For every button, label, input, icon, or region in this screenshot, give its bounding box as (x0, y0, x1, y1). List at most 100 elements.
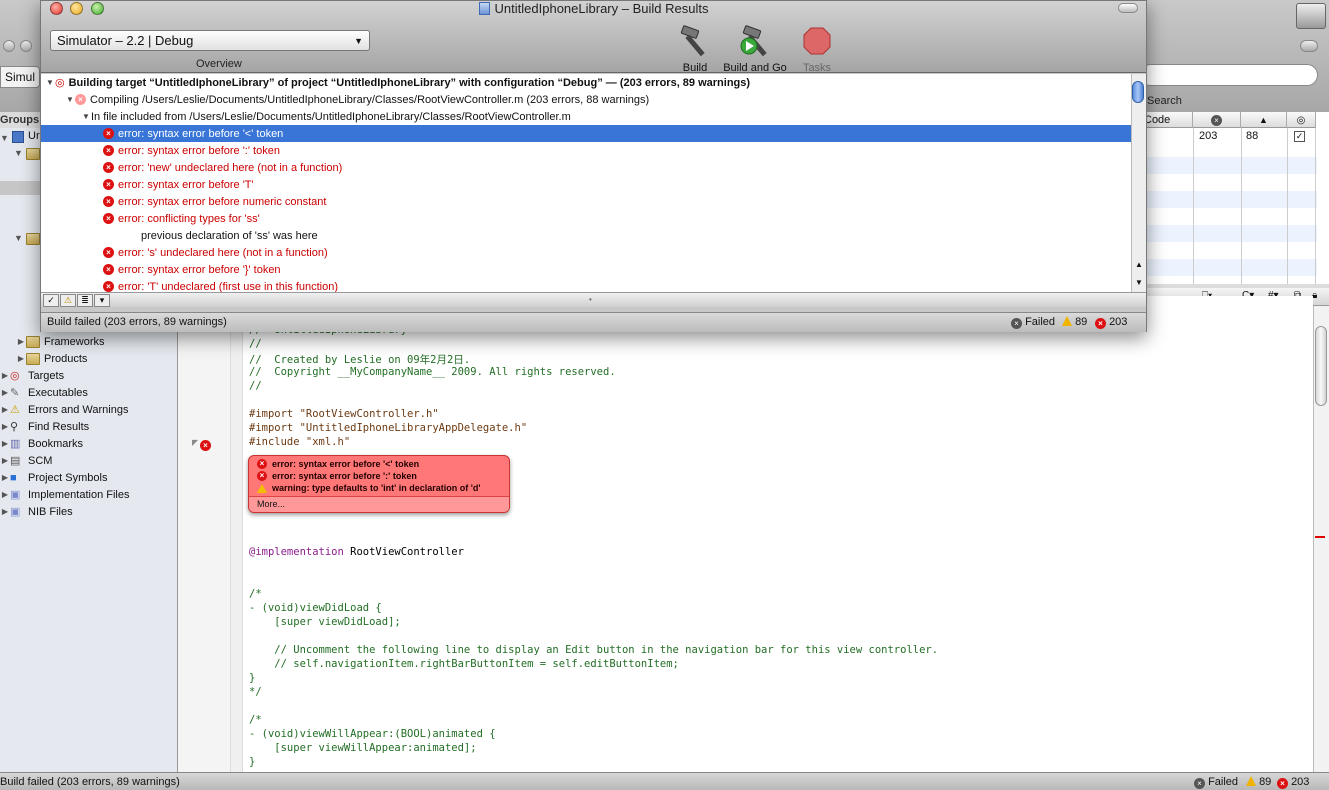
build-result-row[interactable]: previous declaration of 'ss' was here (41, 227, 1131, 244)
sidebar-item[interactable]: ▶ ■ Project Symbols (0, 469, 178, 486)
sidebar-item[interactable]: ▶ Frameworks (0, 333, 178, 350)
build-result-row[interactable]: × error: 's' undeclared here (not in a fu… (41, 244, 1131, 261)
build-result-row[interactable]: × error: syntax error before '}' token (41, 261, 1131, 278)
zoom-button[interactable] (91, 2, 104, 15)
disclosure-icon[interactable]: ▶ (0, 439, 10, 448)
build-result-row[interactable]: × error: 'new' undeclared here (not in a … (41, 159, 1131, 176)
code-line[interactable]: - (void)viewWillAppear:(BOOL)animated { (249, 728, 496, 740)
disclosure-icon[interactable]: ▼ (14, 233, 23, 243)
tasks-button[interactable]: Tasks (797, 25, 837, 74)
column-errors[interactable]: × (1193, 112, 1241, 128)
build-and-go-button[interactable]: Build and Go (719, 25, 791, 74)
toolbar-pill-button[interactable] (1118, 3, 1138, 13)
warning-count[interactable]: 89 (1259, 776, 1271, 788)
sidebar-item[interactable]: ▶ ▣ NIB Files (0, 503, 178, 520)
sidebar-item[interactable]: ▶ ▣ Implementation Files (0, 486, 178, 503)
sidebar-item[interactable]: ▶ ✎ Executables (0, 384, 178, 401)
build-result-row[interactable]: ▼ ◎ Building target “UntitledIphoneLibrary… (41, 74, 1131, 91)
project-icon[interactable] (12, 131, 24, 143)
failed-label[interactable]: Failed (1208, 776, 1238, 788)
disclosure-icon[interactable]: ▼ (0, 133, 9, 143)
code-line[interactable]: - (void)viewDidLoad { (249, 602, 382, 614)
code-line[interactable]: // Copyright __MyCompanyName__ 2009. All… (249, 366, 616, 378)
checkmark-filter-icon[interactable]: ✓ (43, 294, 59, 307)
code-line[interactable]: } (249, 756, 255, 768)
build-result-row[interactable]: ▼ × Compiling /Users/Leslie/Documents/Unti… (41, 91, 1131, 108)
sidebar-item[interactable]: ▶ Products (0, 350, 178, 367)
code-line[interactable]: // (249, 338, 262, 350)
active-sdk-popup[interactable]: Simul (0, 66, 40, 88)
close-light-icon[interactable] (3, 40, 15, 52)
code-line[interactable]: #import "UntitledIphoneLibraryAppDelegat… (249, 422, 527, 434)
build-result-row[interactable]: × error: conflicting types for 'ss' (41, 210, 1131, 227)
code-line[interactable]: } (249, 672, 255, 684)
disclosure-icon[interactable]: ▶ (0, 456, 10, 465)
code-line[interactable]: /* (249, 714, 262, 726)
code-line[interactable]: #import "RootViewController.h" (249, 408, 439, 420)
toolbar-toggle-icon[interactable] (1300, 40, 1318, 52)
build-result-row[interactable]: × error: syntax error before 'T' (41, 176, 1131, 193)
scroll-down-icon[interactable]: ▼ (1135, 278, 1143, 287)
bubble-item[interactable]: warning: type defaults to 'int' in decla… (257, 483, 481, 493)
sidebar-item[interactable]: ▶ ▤ SCM (0, 452, 178, 469)
code-line[interactable]: // Created by Leslie on 09年2月2日. (249, 352, 470, 367)
disclosure-triangle-icon[interactable]: ▼ (65, 95, 75, 104)
disclosure-icon[interactable]: ▶ (16, 337, 26, 346)
disclosure-icon[interactable]: ▶ (0, 371, 10, 380)
code-line[interactable]: /* (249, 588, 262, 600)
disclosure-icon[interactable]: ▶ (0, 473, 10, 482)
configuration-select[interactable]: Simulator – 2.2 | Debug ▼ (50, 30, 370, 51)
warning-count[interactable]: 89 (1075, 316, 1087, 328)
disclosure-icon[interactable]: ▶ (0, 507, 10, 516)
results-scrollbar[interactable]: ▲ ▼ (1131, 74, 1146, 292)
grid-row[interactable] (1141, 225, 1317, 242)
code-line[interactable]: [super viewDidLoad]; (249, 616, 400, 628)
filter-menu-icon[interactable]: ▾ (94, 294, 110, 307)
code-line[interactable]: #include "xml.h" (249, 436, 350, 448)
folder-icon[interactable] (26, 233, 40, 245)
transcript-filter-icon[interactable]: ≣ (77, 294, 93, 307)
disclosure-icon[interactable]: ▶ (0, 490, 10, 499)
sidebar-item[interactable]: ▶ ⚠︎ Errors and Warnings (0, 401, 178, 418)
code-line[interactable]: // Uncomment the following line to displ… (249, 644, 938, 656)
sidebar-item[interactable]: ▶ ⚲ Find Results (0, 418, 178, 435)
search-field[interactable] (1140, 64, 1318, 86)
error-count[interactable]: 203 (1109, 316, 1127, 328)
sidebar-item[interactable]: ▶ ◎ Targets (0, 367, 178, 384)
error-bubble[interactable]: × error: syntax error before '<' token × e… (248, 455, 510, 513)
build-button[interactable]: Build (677, 25, 713, 74)
disclosure-icon[interactable]: ▶ (0, 405, 10, 414)
code-line[interactable]: [super viewWillAppear:animated]; (249, 742, 476, 754)
build-result-row[interactable]: ▼ In file included from /Users/Leslie/Doc… (41, 108, 1131, 125)
build-result-row[interactable]: × error: syntax error before numeric cons… (41, 193, 1131, 210)
disclosure-icon[interactable]: ▼ (14, 148, 23, 158)
failed-label[interactable]: Failed (1025, 316, 1055, 328)
column-target[interactable]: ◎ (1287, 112, 1316, 128)
warning-filter-icon[interactable]: ⚠︎ (60, 294, 76, 307)
bubble-item[interactable]: × error: syntax error before '<' token (257, 459, 419, 469)
results-scroll-thumb[interactable] (1132, 81, 1144, 103)
code-line[interactable]: // (249, 380, 262, 392)
disclosure-triangle-icon[interactable]: ▼ (45, 78, 55, 87)
folder-icon[interactable] (26, 148, 40, 160)
scroll-up-icon[interactable]: ▲ (1135, 260, 1143, 269)
minimize-light-icon[interactable] (20, 40, 32, 52)
build-result-row[interactable]: × error: 'T' undeclared (first use in thi… (41, 278, 1131, 292)
build-result-row[interactable]: × error: syntax error before '<' token (41, 125, 1131, 142)
code-line[interactable]: // self.navigationItem.rightBarButtonIte… (249, 658, 679, 670)
target-checkbox[interactable]: ✓ (1294, 131, 1305, 142)
close-button[interactable] (50, 2, 63, 15)
bubble-more-link[interactable]: More... (249, 496, 509, 512)
disclosure-icon[interactable]: ▶ (0, 422, 10, 431)
code-line[interactable]: */ (249, 686, 262, 698)
project-name-partial[interactable]: Ur (28, 130, 40, 142)
error-count[interactable]: 203 (1291, 776, 1309, 788)
disclosure-icon[interactable]: ▶ (16, 354, 26, 363)
sidebar-item[interactable]: ▶ ▥ Bookmarks (0, 435, 178, 452)
minimize-button[interactable] (70, 2, 83, 15)
split-handle-icon[interactable]: • (589, 295, 592, 304)
grid-row[interactable] (1141, 157, 1317, 174)
grid-row[interactable] (1141, 191, 1317, 208)
build-result-row[interactable]: × error: syntax error before ':' token (41, 142, 1131, 159)
bubble-item[interactable]: × error: syntax error before ':' token (257, 471, 417, 481)
